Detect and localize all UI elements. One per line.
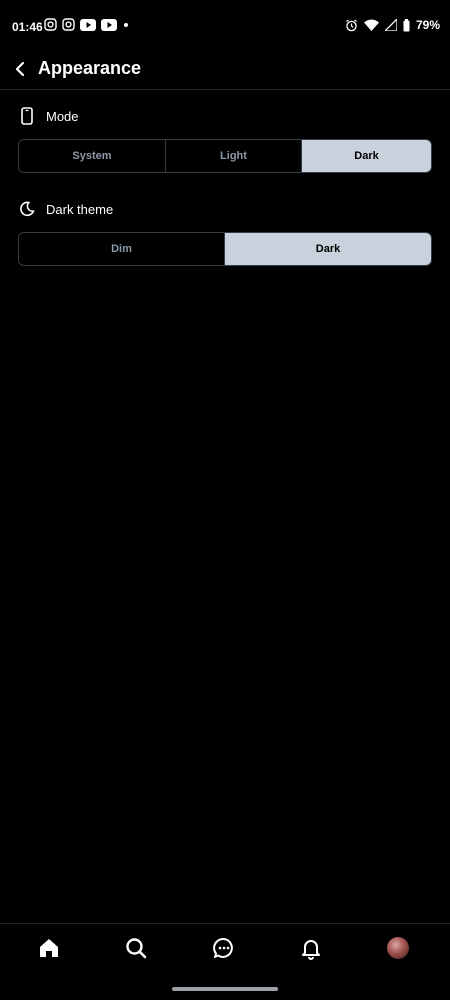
nav-messages[interactable] [210,934,238,962]
header-divider [0,89,450,90]
mode-option-system[interactable]: System [19,140,166,172]
notifications-icon [302,940,320,960]
more-notifications-dot-icon [124,22,128,27]
gesture-home-bar[interactable] [172,987,278,991]
notification-icons [44,18,130,31]
youtube-icon [80,18,96,31]
youtube-icon [101,18,117,31]
alarm-icon [346,19,357,31]
mode-option-dark[interactable]: Dark [302,140,431,172]
dark-theme-label: Dark theme [46,202,114,217]
mode-segmented-control: System Light Dark [18,139,432,173]
messages-icon [213,937,233,958]
header: Appearance [0,52,450,88]
dark-theme-option-dark[interactable]: Dark [225,233,431,265]
instagram-icon [44,18,57,31]
nav-search[interactable] [122,934,150,962]
system-icons: 79% [345,18,440,32]
phone-icon [21,107,33,125]
battery-icon [403,18,410,31]
back-arrow-icon[interactable] [10,56,32,82]
moon-icon [20,201,35,217]
mode-option-light[interactable]: Light [166,140,302,172]
mode-label: Mode [46,109,79,124]
home-icon [40,939,58,957]
status-bar: 01:46 79% [0,0,450,52]
bottom-navigation [0,923,450,974]
signal-icon [384,19,397,31]
dark-theme-segmented-control: Dim Dark [18,232,432,266]
avatar [387,937,409,959]
status-time: 01:46 [12,20,43,34]
wifi-icon [363,19,379,31]
nav-home[interactable] [35,934,63,962]
nav-profile[interactable] [384,934,412,962]
instagram-icon [62,18,75,31]
dark-theme-option-dim[interactable]: Dim [19,233,225,265]
search-icon [126,938,147,959]
page-title: Appearance [38,58,142,78]
nav-notifications[interactable] [297,934,325,962]
battery-percent: 79% [415,18,440,32]
